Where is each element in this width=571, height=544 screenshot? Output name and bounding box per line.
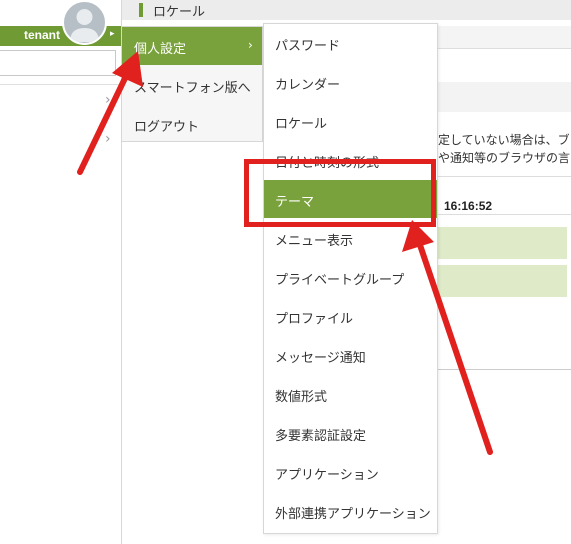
menu-item-label: 多要素認証設定: [275, 429, 367, 444]
chevron-right-icon[interactable]: ›: [105, 131, 111, 147]
menu-item-label: カレンダー: [275, 78, 341, 93]
personal-settings-submenu: パスワード カレンダー ロケール 日付と時刻の形式 テーマ メニュー表示 プライ…: [263, 23, 438, 534]
sidebar-search-input[interactable]: [0, 50, 116, 76]
submenu-item-applications[interactable]: アプリケーション: [264, 453, 437, 491]
table-cell: [436, 227, 567, 259]
menu-item-label: 外部連携アプリケーション: [275, 507, 431, 522]
submenu-item-number-format[interactable]: 数値形式: [264, 375, 437, 413]
page-header: ロケール: [121, 0, 571, 20]
submenu-item-calendar[interactable]: カレンダー: [264, 63, 437, 101]
user-dropdown-menu: 個人設定 › スマートフォン版へ ログアウト: [121, 26, 263, 142]
content-subheader: [436, 82, 571, 112]
chevron-right-icon: ›: [248, 38, 253, 52]
row-divider: [436, 176, 571, 177]
user-name: tenant: [24, 28, 60, 42]
submenu-item-message-notification[interactable]: メッセージ通知: [264, 336, 437, 374]
menu-item-label: プロファイル: [275, 312, 354, 327]
description-line-1: 定していない場合は、ブ: [438, 133, 570, 147]
menu-item-label: ロケール: [275, 117, 328, 132]
menu-item-label: メニュー表示: [275, 234, 354, 249]
menu-item-label: ログアウト: [134, 120, 200, 135]
current-time-value: 16:16:52: [444, 199, 493, 213]
menu-item-logout[interactable]: ログアウト: [122, 105, 262, 143]
menu-item-smartphone[interactable]: スマートフォン版へ: [122, 66, 262, 104]
row-divider: [436, 214, 571, 215]
submenu-item-profile[interactable]: プロファイル: [264, 297, 437, 335]
submenu-item-external-applications[interactable]: 外部連携アプリケーション: [264, 492, 437, 530]
table-cell: [436, 265, 567, 297]
menu-item-label: パスワード: [275, 39, 341, 54]
menu-item-label: プライベートグループ: [275, 273, 405, 288]
menu-item-label: メッセージ通知: [275, 351, 366, 366]
caret-right-icon: ▸: [110, 29, 115, 39]
section-divider: [436, 369, 571, 370]
chevron-right-icon[interactable]: ›: [105, 92, 111, 108]
menu-item-label: 個人設定: [134, 42, 187, 57]
submenu-item-password[interactable]: パスワード: [264, 24, 437, 62]
menu-item-label: アプリケーション: [275, 468, 379, 483]
header-marker: [139, 3, 143, 17]
menu-item-personal-settings[interactable]: 個人設定 ›: [122, 27, 262, 65]
submenu-item-mfa-settings[interactable]: 多要素認証設定: [264, 414, 437, 452]
submenu-item-private-group[interactable]: プライベートグループ: [264, 258, 437, 296]
sidebar: tenant ▸ › ›: [0, 0, 122, 544]
annotation-highlight-box: [244, 159, 436, 227]
sidebar-divider: [0, 84, 121, 85]
page-title: ロケール: [153, 5, 206, 20]
menu-item-label: 数値形式: [275, 390, 328, 405]
user-avatar-icon[interactable]: [62, 0, 107, 45]
menu-item-label: スマートフォン版へ: [134, 81, 251, 96]
description-line-2: や通知等のブラウザの言: [438, 151, 571, 165]
submenu-item-locale[interactable]: ロケール: [264, 102, 437, 140]
